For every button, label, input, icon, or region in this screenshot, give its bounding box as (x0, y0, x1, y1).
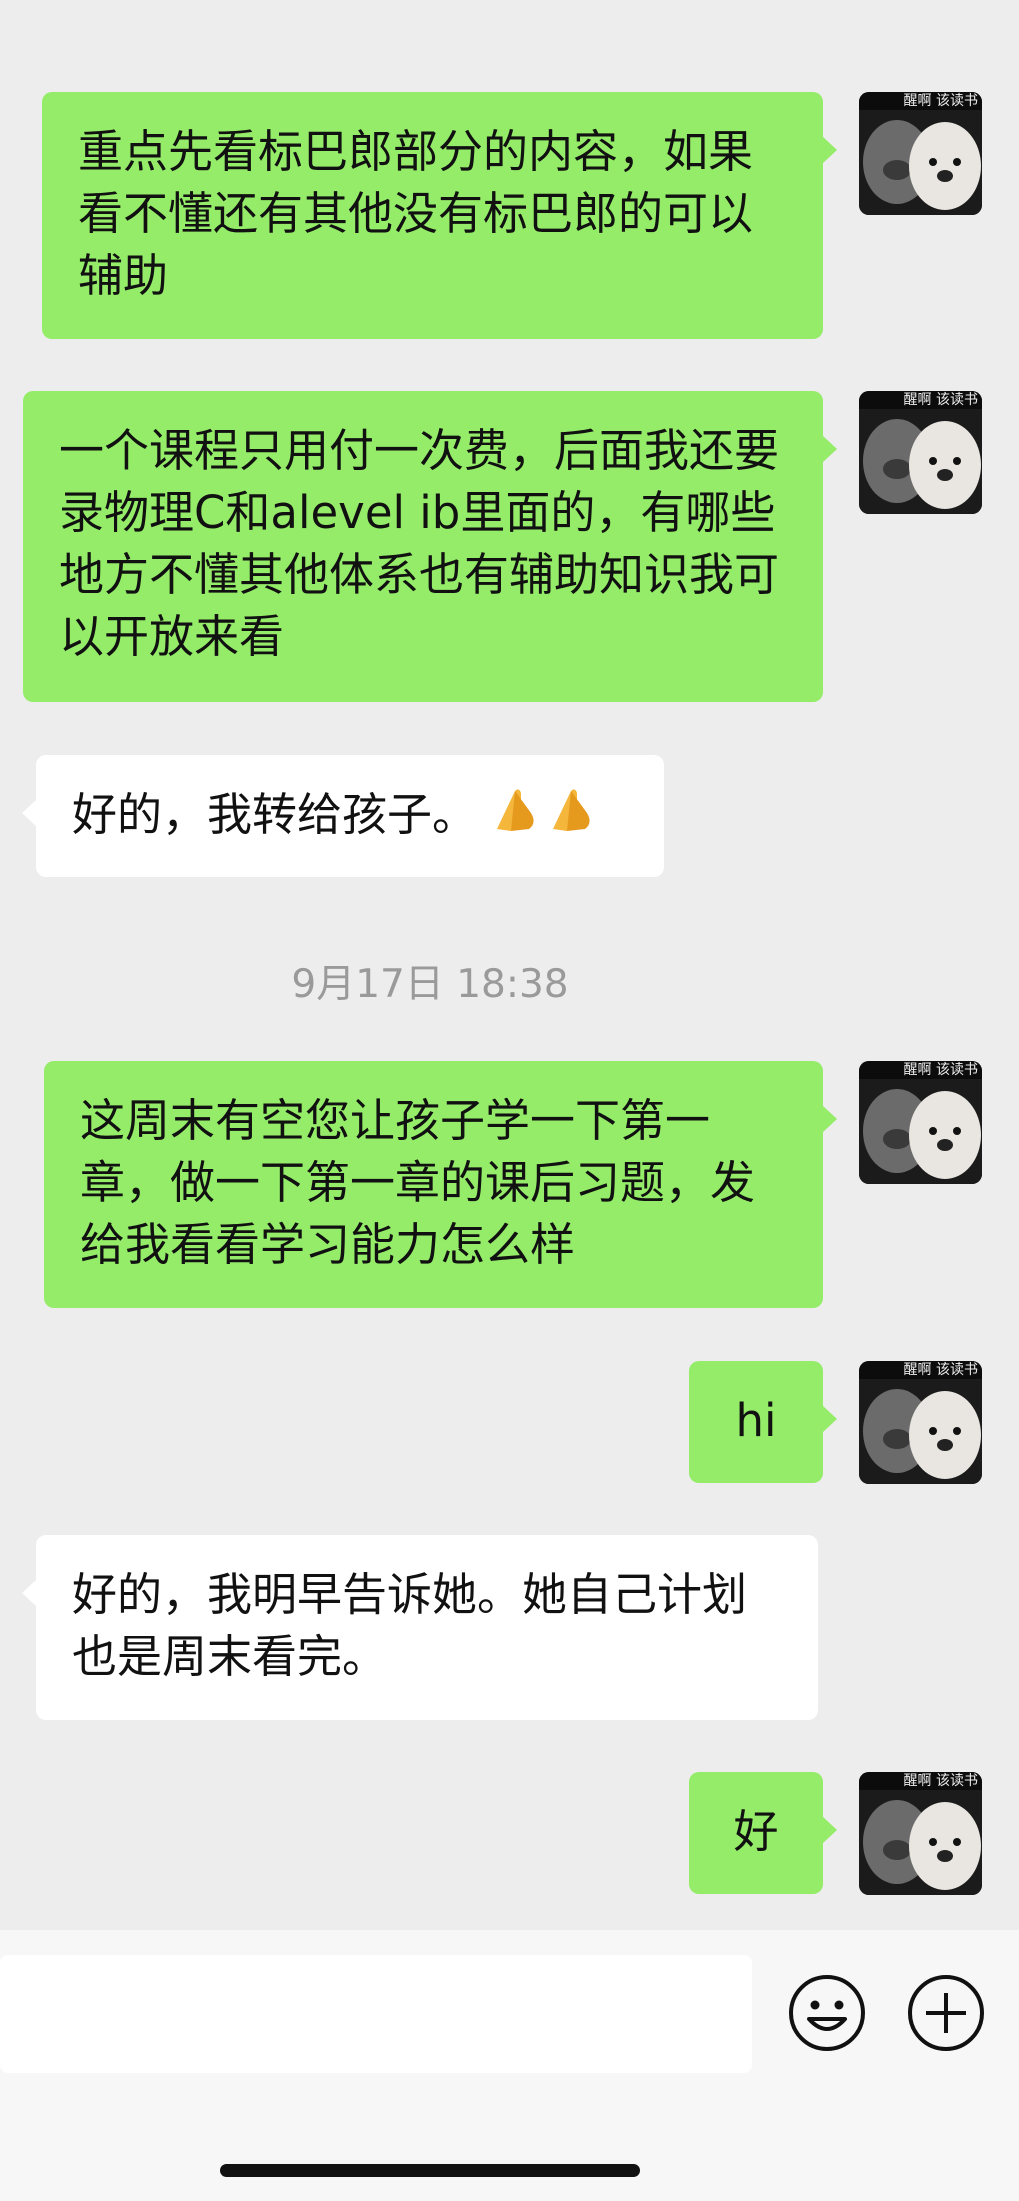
message-bubble-outgoing[interactable]: 一个课程只用付一次费，后面我还要录物理C和alevel ib里面的，有哪些地方不… (23, 391, 837, 702)
avatar-image (859, 1361, 982, 1484)
message-text: 一个课程只用付一次费，后面我还要录物理C和alevel ib里面的，有哪些地方不… (59, 424, 780, 663)
message-bubble-outgoing[interactable]: 重点先看标巴郎部分的内容，如果看不懂还有其他没有标巴郎的可以辅助 (42, 92, 837, 339)
avatar-caption: 醒啊 该读书 (859, 1772, 982, 1790)
folded-hands-emoji (491, 785, 547, 851)
avatar-caption: 醒啊 该读书 (859, 92, 982, 110)
avatar[interactable]: 醒啊 该读书 (859, 1061, 982, 1184)
message-bubble-incoming[interactable]: 好的，我转给孩子。 (22, 755, 664, 877)
emoji-button[interactable] (787, 1973, 867, 2053)
avatar-caption: 醒啊 该读书 (859, 391, 982, 409)
avatar[interactable]: 醒啊 该读书 (859, 1772, 982, 1895)
folded-hands-emoji (547, 785, 603, 851)
message-text: 好 (733, 1805, 779, 1858)
timestamp: 9月17日 18:38 (291, 962, 569, 1007)
chat-messages: 重点先看标巴郎部分的内容，如果看不懂还有其他没有标巴郎的可以辅助 醒啊 该读书 … (0, 0, 1019, 1930)
avatar-image (859, 391, 982, 514)
avatar-image (859, 1772, 982, 1895)
avatar-caption: 醒啊 该读书 (859, 1361, 982, 1379)
message-text: 好的，我转给孩子。 (72, 788, 478, 841)
avatar-caption: 醒啊 该读书 (859, 1061, 982, 1079)
message-text: 这周末有空您让孩子学一下第一章，做一下第一章的课后习题，发给我看看学习能力怎么样 (80, 1094, 756, 1271)
avatar-image (859, 92, 982, 215)
input-bar (0, 1930, 1019, 2201)
smiley-icon (789, 1975, 865, 2051)
message-text: hi (735, 1394, 777, 1447)
more-button[interactable] (906, 1973, 986, 2053)
message-bubble-incoming[interactable]: 好的，我明早告诉她。她自己计划也是周末看完。 (22, 1535, 818, 1720)
plus-circle-icon (908, 1975, 984, 2051)
avatar[interactable]: 醒啊 该读书 (859, 391, 982, 514)
avatar[interactable]: 醒啊 该读书 (859, 1361, 982, 1484)
home-indicator[interactable] (220, 2164, 640, 2177)
message-input[interactable] (0, 1955, 752, 2073)
avatar[interactable]: 醒啊 该读书 (859, 92, 982, 215)
message-text: 重点先看标巴郎部分的内容，如果看不懂还有其他没有标巴郎的可以辅助 (78, 125, 754, 302)
message-text: 好的，我明早告诉她。她自己计划也是周末看完。 (72, 1568, 748, 1683)
avatar-image (859, 1061, 982, 1184)
message-bubble-outgoing[interactable]: 好 (689, 1772, 837, 1894)
message-bubble-outgoing[interactable]: 这周末有空您让孩子学一下第一章，做一下第一章的课后习题，发给我看看学习能力怎么样 (44, 1061, 837, 1308)
message-bubble-outgoing[interactable]: hi (689, 1361, 837, 1483)
